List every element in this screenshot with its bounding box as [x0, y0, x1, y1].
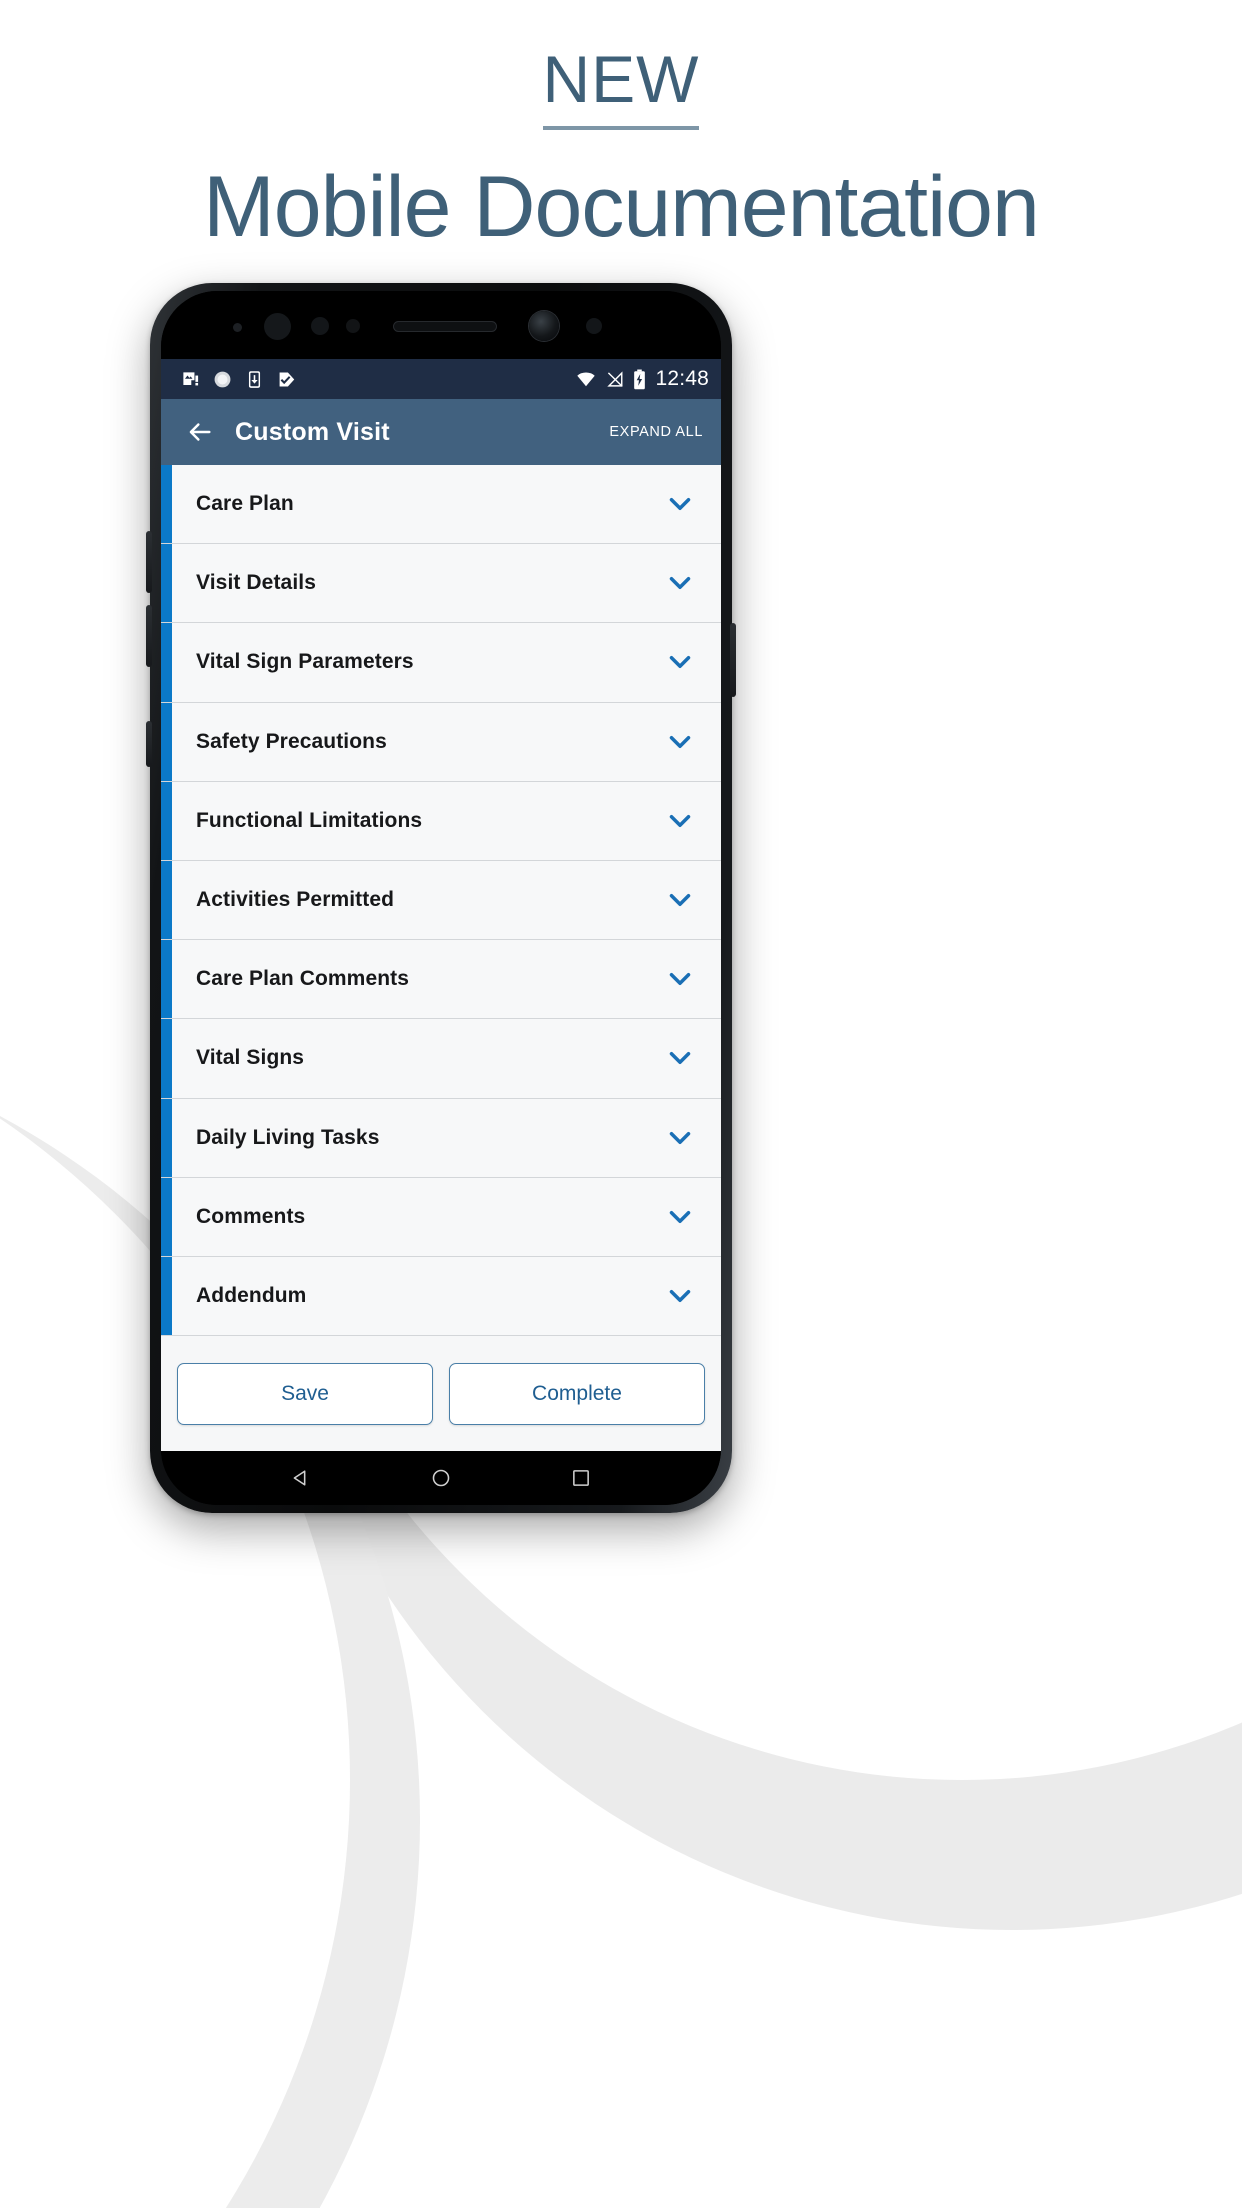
chevron-down-icon[interactable]: [665, 1043, 695, 1073]
status-bar-left-icons: [181, 370, 298, 389]
phone-device: 12:48 Custom Visit EXPAND ALL Care Plan: [146, 283, 736, 1513]
action-bar: Save Complete: [161, 1337, 721, 1451]
row-accent-bar: [161, 1177, 172, 1256]
sync-circle-icon: [214, 371, 231, 387]
list-item-label: Addendum: [196, 1283, 307, 1307]
row-accent-bar: [161, 702, 172, 781]
sensor-dot-icon: [233, 323, 242, 332]
row-accent-bar: [161, 544, 172, 623]
proximity-sensor-icon: [264, 313, 291, 340]
promo-title: Mobile Documentation: [203, 159, 1040, 255]
promo-badge: NEW: [542, 46, 700, 130]
back-triangle-icon[interactable]: [288, 1465, 314, 1491]
row-accent-bar: [161, 465, 172, 544]
list-item[interactable]: Comments: [161, 1177, 721, 1257]
list-item-label: Safety Precautions: [196, 729, 387, 753]
list-item[interactable]: Vital Sign Parameters: [161, 623, 721, 703]
page-title: Custom Visit: [235, 417, 390, 446]
row-accent-bar: [161, 860, 172, 940]
led-indicator-icon: [346, 319, 360, 333]
list-item[interactable]: Addendum: [161, 1256, 721, 1337]
assistant-button[interactable]: [146, 721, 152, 767]
list-item[interactable]: Functional Limitations: [161, 781, 721, 861]
chevron-down-icon[interactable]: [665, 727, 695, 757]
status-bar-right-icons: 12:48: [575, 367, 709, 391]
row-accent-bar: [161, 1019, 172, 1098]
app-bar: Custom Visit EXPAND ALL: [161, 399, 721, 465]
volume-up-button[interactable]: [146, 531, 152, 593]
list-item[interactable]: Care Plan: [161, 465, 721, 545]
wifi-icon: [577, 372, 596, 386]
home-circle-icon[interactable]: [428, 1465, 454, 1491]
list-item[interactable]: Visit Details: [161, 544, 721, 624]
list-item[interactable]: Activities Permitted: [161, 860, 721, 941]
battery-charging-icon: [634, 369, 646, 389]
chevron-down-icon[interactable]: [665, 568, 695, 598]
light-sensor-icon: [586, 318, 602, 334]
list-item-label: Functional Limitations: [196, 808, 423, 832]
chevron-down-icon[interactable]: [665, 806, 695, 836]
row-accent-bar: [161, 781, 172, 860]
section-list[interactable]: Care Plan Visit Details Vital Sign Param…: [161, 465, 721, 1337]
complete-button[interactable]: Complete: [449, 1363, 705, 1425]
phone-sensor-bar: [161, 291, 721, 359]
list-item-label: Vital Sign Parameters: [196, 650, 414, 674]
flag-check-icon: [279, 372, 295, 386]
volume-down-button[interactable]: [146, 605, 152, 667]
list-item[interactable]: Daily Living Tasks: [161, 1098, 721, 1178]
recents-square-icon[interactable]: [568, 1465, 594, 1491]
row-accent-bar: [161, 623, 172, 702]
status-bar-clock: 12:48: [655, 367, 709, 390]
chevron-down-icon[interactable]: [665, 1281, 695, 1311]
chevron-down-icon[interactable]: [665, 489, 695, 519]
chevron-down-icon[interactable]: [665, 647, 695, 677]
chevron-down-icon[interactable]: [665, 1123, 695, 1153]
row-accent-bar: [161, 1098, 172, 1177]
power-button[interactable]: [730, 623, 736, 697]
row-accent-bar: [161, 940, 172, 1019]
phone-screen-bezel: 12:48 Custom Visit EXPAND ALL Care Plan: [161, 291, 721, 1505]
list-item-label: Visit Details: [196, 571, 316, 595]
earpiece-speaker-icon: [393, 321, 497, 332]
list-item[interactable]: Safety Precautions: [161, 702, 721, 782]
list-item-label: Care Plan Comments: [196, 967, 410, 991]
iris-sensor-icon: [311, 317, 329, 335]
chevron-down-icon[interactable]: [665, 885, 695, 915]
signal-off-icon: [607, 370, 624, 387]
list-item-label: Activities Permitted: [196, 888, 395, 912]
list-item[interactable]: Vital Signs: [161, 1019, 721, 1099]
android-status-bar: 12:48: [161, 359, 721, 399]
row-accent-bar: [161, 1256, 172, 1336]
promo-headline: NEW Mobile Documentation: [0, 0, 1242, 255]
list-item[interactable]: Care Plan Comments: [161, 940, 721, 1020]
chevron-down-icon[interactable]: [665, 1202, 695, 1232]
image-warning-icon: [183, 371, 199, 385]
download-to-phone-icon: [248, 370, 261, 388]
app-screen: 12:48 Custom Visit EXPAND ALL Care Plan: [161, 359, 721, 1451]
android-nav-bar: [161, 1451, 721, 1505]
back-arrow-icon[interactable]: [181, 413, 219, 451]
chevron-down-icon[interactable]: [665, 964, 695, 994]
list-item-label: Vital Signs: [196, 1046, 305, 1070]
list-item-label: Comments: [196, 1204, 306, 1228]
save-button[interactable]: Save: [177, 1363, 433, 1425]
list-item-label: Daily Living Tasks: [196, 1125, 380, 1149]
front-camera-icon: [529, 311, 559, 341]
list-item-label: Care Plan: [196, 492, 294, 516]
expand-all-button[interactable]: EXPAND ALL: [609, 424, 703, 440]
